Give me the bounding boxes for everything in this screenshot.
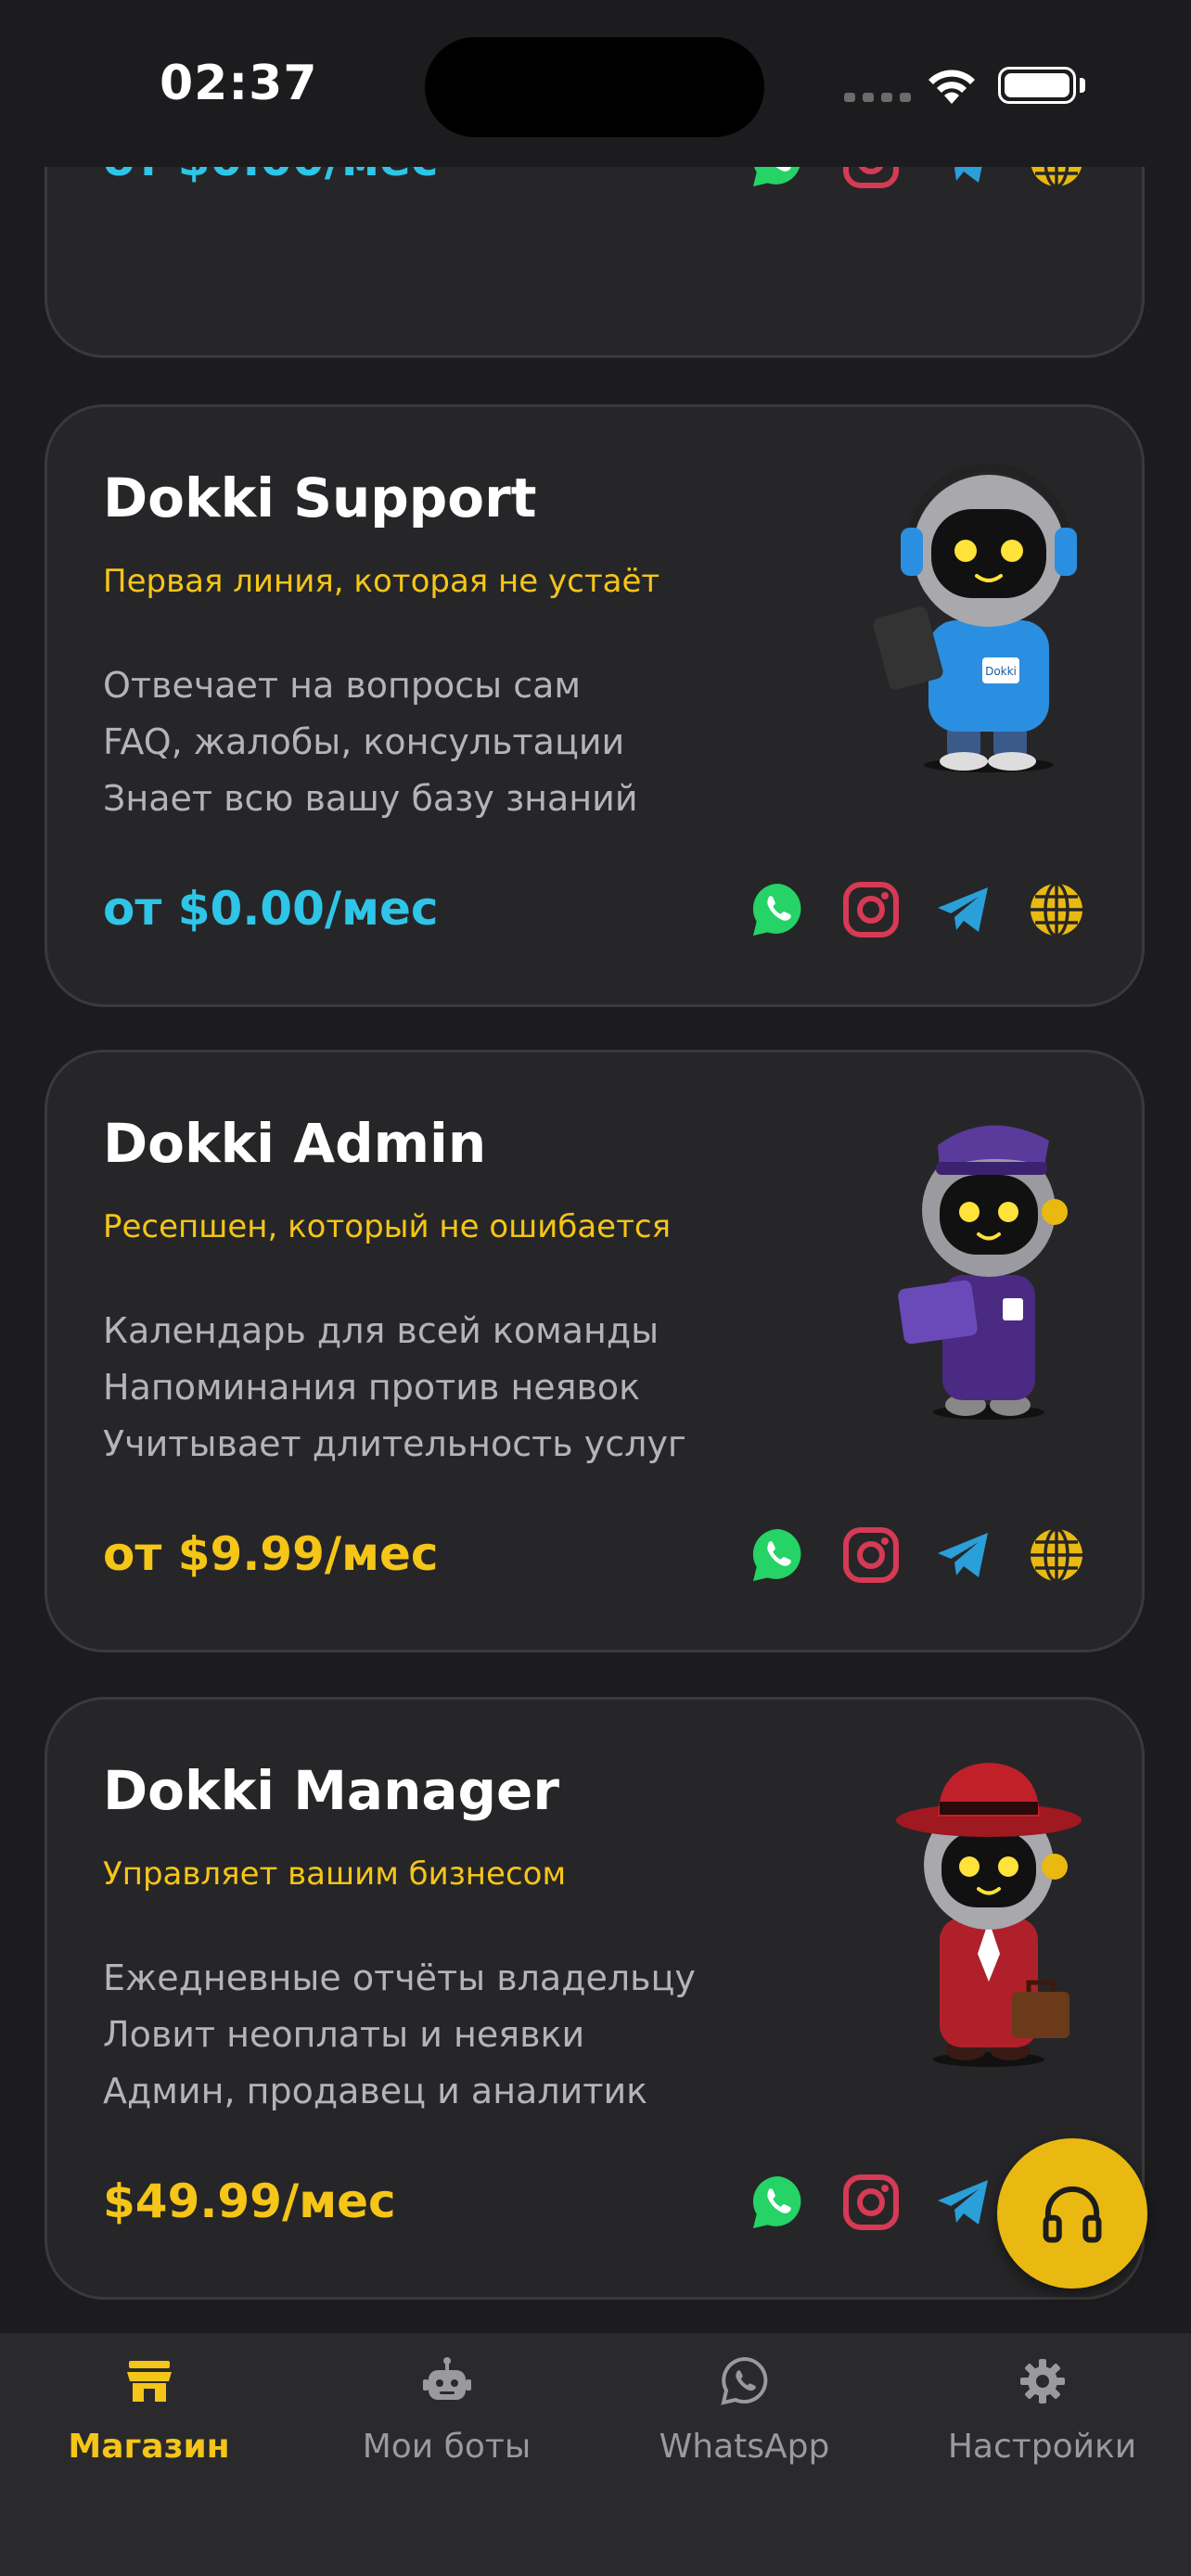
status-time: 02:37: [160, 56, 318, 111]
whatsapp-icon: [749, 2173, 808, 2232]
card-price: от $9.99/мес: [103, 1527, 439, 1581]
channel-icons: [749, 880, 1086, 939]
instagram-icon: [841, 2173, 901, 2232]
whatsapp-icon: [749, 880, 808, 939]
tab-label: Мои боты: [362, 2428, 531, 2466]
card-feature: Календарь для всей команды: [103, 1310, 660, 1351]
headphones-icon: [1043, 2186, 1102, 2243]
globe-icon: [1027, 1525, 1086, 1585]
instagram-icon: [841, 880, 901, 939]
tab-store[interactable]: Магазин: [0, 2355, 298, 2466]
store-icon: [126, 2361, 172, 2402]
card-price: от $0.00/мес: [103, 882, 439, 936]
robot-admin-illustration: [898, 1125, 1068, 1420]
status-bar: 02:37: [0, 0, 1191, 167]
robot-manager-illustration: [896, 1763, 1082, 2067]
card-feature: Админ, продавец и аналитик: [103, 2071, 648, 2111]
card-subtitle: Управляет вашим бизнесом: [103, 1855, 567, 1893]
whatsapp-icon: [749, 1525, 808, 1585]
card-feature: Напоминания против неявок: [103, 1367, 641, 1408]
card-subtitle: Первая линия, которая не устаёт: [103, 563, 660, 600]
card-subtitle: Ресепшен, который не ошибается: [103, 1208, 672, 1245]
globe-icon: [1027, 880, 1086, 939]
battery-icon: [998, 67, 1076, 104]
wifi-icon: [928, 70, 975, 104]
tab-label: Магазин: [68, 2428, 230, 2466]
whatsapp-icon: [720, 2356, 767, 2405]
tab-label: WhatsApp: [659, 2428, 830, 2466]
tab-label: Настройки: [947, 2428, 1137, 2466]
card-feature: Знает всю вашу базу знаний: [103, 778, 638, 819]
bot-card-manager[interactable]: Dokki Manager Управляет вашим бизнесом Е…: [45, 1697, 1145, 2300]
card-feature: Учитывает длительность услуг: [103, 1423, 686, 1464]
channel-icons: [749, 1525, 1086, 1585]
card-price: $49.99/мес: [103, 2174, 396, 2228]
support-fab-button[interactable]: [997, 2138, 1147, 2289]
bottom-tab-bar: Магазин Мои боты WhatsApp Настройки: [0, 2333, 1191, 2576]
card-feature: Ежедневные отчёты владельцу: [103, 1958, 696, 1998]
bot-card-admin[interactable]: Dokki Admin Ресепшен, который не ошибает…: [45, 1050, 1145, 1652]
card-feature: Отвечает на вопросы сам: [103, 665, 582, 706]
tab-my-bots[interactable]: Мои боты: [298, 2355, 596, 2466]
telegram-icon: [934, 2173, 993, 2232]
card-title: Dokki Support: [103, 466, 537, 529]
card-title: Dokki Manager: [103, 1759, 559, 1822]
dynamic-island: [425, 37, 764, 137]
badge-text: Dokki: [985, 665, 1017, 678]
telegram-icon: [934, 1525, 993, 1585]
tab-whatsapp[interactable]: WhatsApp: [596, 2355, 893, 2466]
card-feature: Ловит неоплаты и неявки: [103, 2014, 585, 2055]
gear-icon: [1019, 2359, 1065, 2404]
telegram-icon: [934, 880, 993, 939]
instagram-icon: [841, 1525, 901, 1585]
tab-settings[interactable]: Настройки: [893, 2355, 1191, 2466]
robot-icon: [422, 2357, 471, 2400]
signal-icon: [844, 93, 911, 102]
bot-card-support[interactable]: Dokki Support Первая линия, которая не у…: [45, 404, 1145, 1007]
card-title: Dokki Admin: [103, 1112, 487, 1175]
card-feature: FAQ, жалобы, консультации: [103, 721, 625, 762]
robot-support-illustration: Dokki: [873, 463, 1077, 772]
